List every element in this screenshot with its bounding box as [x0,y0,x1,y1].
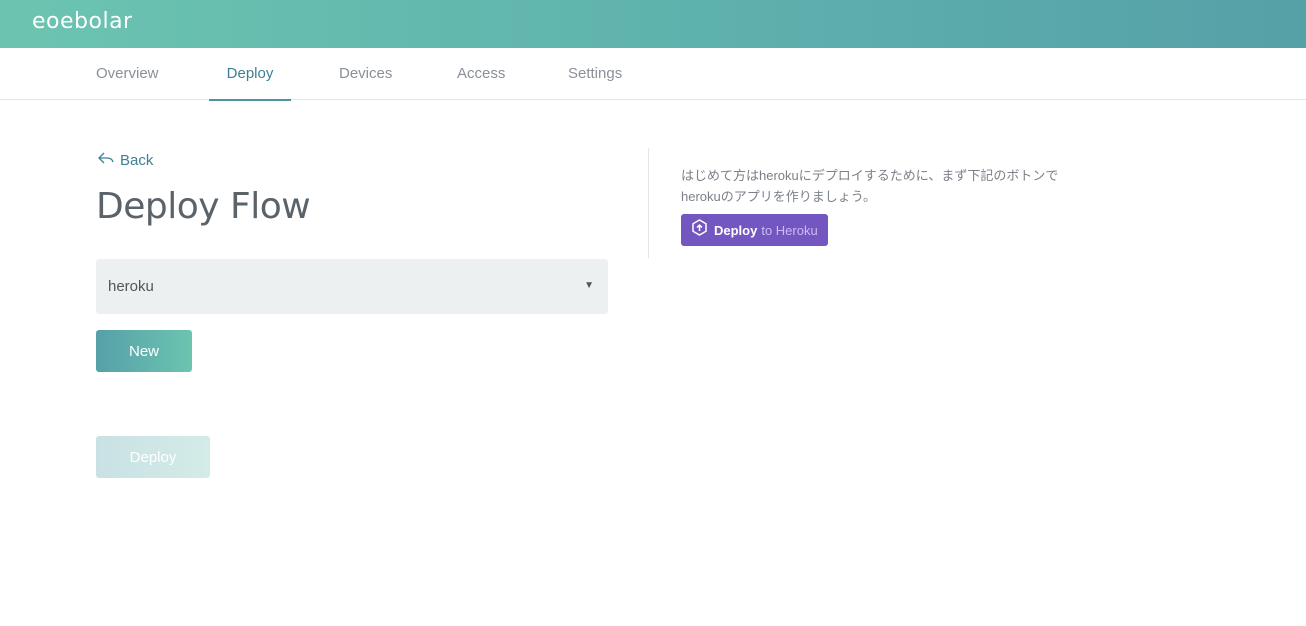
tab-access[interactable]: Access [457,48,505,100]
app-logo[interactable]: eoebolar [32,9,133,34]
heroku-button-target-text: to Heroku [761,222,818,238]
flow-select-value: heroku [108,278,154,295]
back-label: Back [120,151,154,169]
new-button[interactable]: New [96,330,192,372]
top-bar: eoebolar [0,0,1306,48]
heroku-upload-icon [691,219,714,241]
back-link[interactable]: Back [97,151,153,169]
tab-settings[interactable]: Settings [568,48,622,100]
tab-bar: Overview Deploy Devices Access Settings [0,48,1306,101]
page-title: Deploy Flow [96,186,311,227]
back-arrow-icon [97,151,120,169]
instructions-line-1: はじめて方はherokuにデプロイするために、まず下記のボトンで [681,168,1059,183]
tab-deploy[interactable]: Deploy [209,48,291,101]
tab-devices[interactable]: Devices [339,48,392,100]
deploy-to-heroku-button[interactable]: Deploy to Heroku [681,214,828,246]
vertical-divider [648,148,649,258]
caret-down-icon: ▼ [584,280,594,291]
flow-select[interactable]: heroku ▼ [96,259,608,314]
instructions-line-2: herokuのアプリを作りましょう。 [681,189,876,204]
heroku-button-deploy-text: Deploy [714,222,758,238]
heroku-instructions: はじめて方はherokuにデプロイするために、まず下記のボトンで herokuの… [681,165,1121,207]
tab-overview[interactable]: Overview [96,48,159,100]
deploy-button[interactable]: Deploy [96,436,210,478]
